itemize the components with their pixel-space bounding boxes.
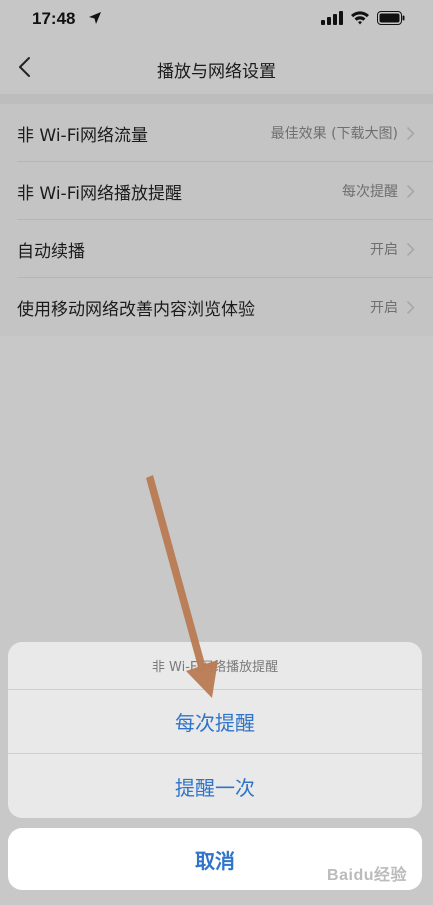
setting-row-mobile-browsing[interactable]: 使用移动网络改善内容浏览体验 开启 (0, 278, 433, 336)
setting-value: 开启 (370, 300, 398, 316)
setting-value: 开启 (370, 242, 398, 258)
setting-row-autoplay[interactable]: 自动续播 开启 (0, 220, 433, 278)
settings-list: 非 Wi-Fi网络流量 最佳效果 (下载大图) 非 Wi-Fi网络播放提醒 每次… (0, 104, 433, 336)
setting-label: 自动续播 (17, 241, 85, 262)
action-sheet: 非 Wi-Fi网络播放提醒 每次提醒 提醒一次 (8, 642, 422, 818)
chevron-right-icon (406, 184, 415, 198)
status-bar: 17:48 (0, 0, 433, 40)
action-sheet-title: 非 Wi-Fi网络播放提醒 (8, 642, 422, 690)
nav-bar: 播放与网络设置 (0, 40, 433, 94)
setting-row-data-usage[interactable]: 非 Wi-Fi网络流量 最佳效果 (下载大图) (0, 104, 433, 162)
location-arrow-icon (88, 10, 102, 29)
option-once-button[interactable]: 提醒一次 (8, 754, 422, 818)
setting-label: 非 Wi-Fi网络播放提醒 (17, 183, 182, 204)
chevron-right-icon (406, 242, 415, 256)
setting-row-play-reminder[interactable]: 非 Wi-Fi网络播放提醒 每次提醒 (0, 162, 433, 220)
option-every-time-button[interactable]: 每次提醒 (8, 690, 422, 754)
chevron-right-icon (406, 126, 415, 140)
page-title: 播放与网络设置 (157, 62, 276, 82)
section-gap (0, 94, 433, 104)
setting-label: 非 Wi-Fi网络流量 (17, 125, 148, 146)
setting-label: 使用移动网络改善内容浏览体验 (17, 299, 255, 320)
system-icons (321, 10, 405, 29)
chevron-right-icon (406, 300, 415, 314)
wifi-icon (350, 10, 370, 29)
setting-value: 最佳效果 (下载大图) (270, 126, 398, 142)
cellular-signal-icon (321, 10, 343, 29)
setting-value: 每次提醒 (342, 184, 398, 200)
battery-icon (377, 10, 405, 29)
watermark-logo: Baidu经验 (327, 867, 407, 884)
status-time: 17:48 (32, 9, 76, 28)
